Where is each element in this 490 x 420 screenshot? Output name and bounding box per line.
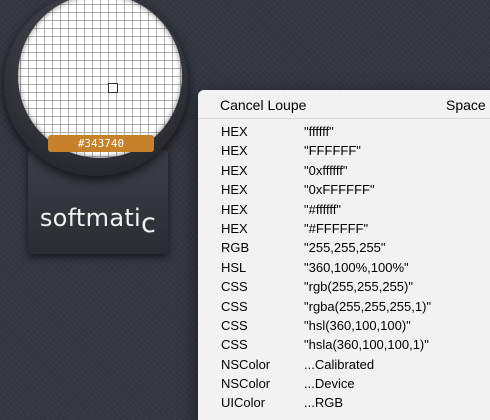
menu-item[interactable]: CSS "rgba(255,255,255,1)" [198,297,490,316]
format-value: "rgba(255,255,255,1)" [304,298,432,314]
hex-value-badge: #343740 [48,135,154,152]
format-label: CSS [221,279,248,295]
menu-item[interactable]: HSL "360,100%,100%" [198,258,490,277]
cancel-loupe-menu-item[interactable]: Cancel Loupe Space [198,93,490,115]
menu-item[interactable]: HEX "0xFFFFFF" [198,180,490,199]
format-value: "hsl(360,100,100)" [304,317,411,333]
format-value: "360,100%,100%" [304,259,409,275]
color-format-menu: Cancel Loupe Space HEX "ffffff" HEX "FFFFF… [198,90,490,420]
format-value: "ffffff" [304,124,334,139]
format-items: HEX "ffffff" HEX "FFFFFF" HEX "0xffffff" HE… [198,122,490,413]
format-value: "#ffffff" [304,201,341,217]
format-label: CSS [221,337,248,353]
crosshair-icon [108,83,118,93]
format-value: "rgb(255,255,255)" [304,279,413,295]
format-label: CSS [221,317,248,333]
menu-item[interactable]: HEX "ffffff" [198,122,490,141]
format-label: HEX [221,182,248,198]
menu-item[interactable]: HEX "FFFFFF" [198,141,490,160]
format-label: HEX [221,220,248,236]
menu-item[interactable]: CSS "hsl(360,100,100)" [198,316,490,335]
format-value: "255,255,255" [304,240,386,256]
menu-item[interactable]: NSColor ...Device [198,374,490,393]
format-label: HSL [221,259,247,275]
format-value: "FFFFFF" [304,143,361,159]
brand-suffix: c [141,208,157,239]
menu-separator [198,118,490,119]
format-value: "0xffffff" [304,162,348,178]
menu-item[interactable]: UIColor ...RGB [198,393,490,412]
format-value: "hsla(360,100,100,1)" [304,337,429,353]
format-label: NSColor [221,356,271,372]
format-value: ...RGB [304,395,344,411]
menu-item[interactable]: CSS "hsla(360,100,100,1)" [198,335,490,354]
format-label: NSColor [221,376,271,392]
format-label: HEX [221,124,248,139]
format-value: ...Device [304,376,355,392]
format-label: RGB [221,240,250,256]
menu-item[interactable]: RGB "255,255,255" [198,238,490,257]
softmatic-logo: softmatic [28,202,168,239]
loupe-ring[interactable]: #343740 [4,0,188,176]
format-value: "0xFFFFFF" [304,182,375,198]
menu-item[interactable]: HEX "#ffffff" [198,200,490,219]
format-label: HEX [221,162,248,178]
format-label: HEX [221,143,248,159]
cancel-loupe-shortcut: Space [446,97,486,113]
menu-item[interactable]: HEX "0xffffff" [198,161,490,180]
cancel-loupe-label: Cancel Loupe [220,97,307,113]
menu-item[interactable]: HEX "#FFFFFF" [198,219,490,238]
menu-item[interactable]: NSColor ...Calibrated [198,355,490,374]
format-value: ...Calibrated [304,356,375,372]
format-label: HEX [221,201,248,217]
menu-item[interactable]: CSS "rgb(255,255,255)" [198,277,490,296]
format-label: CSS [221,298,248,314]
format-value: "#FFFFFF" [304,220,369,236]
format-label: UIColor [221,395,266,411]
brand-text: softmati [39,204,142,232]
